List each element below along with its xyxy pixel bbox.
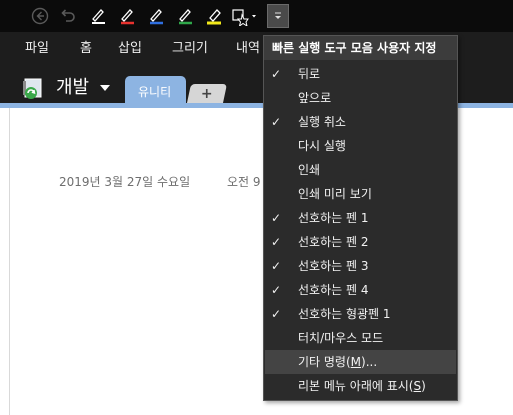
touch-mode-icon [232, 9, 256, 26]
check-icon: ✓ [270, 307, 282, 321]
menu-item-label: 뒤로 [298, 67, 321, 81]
customize-toolbar-menu: 빠른 실행 도구 모음 사용자 지정 ✓ 뒤로 앞으로 ✓ 실행 취소 다시 실… [263, 35, 458, 401]
menu-item-undo[interactable]: ✓ 실행 취소 [265, 110, 456, 134]
pen-blue-icon [150, 9, 163, 25]
menu-item-label: 인쇄 [298, 163, 321, 177]
check-icon: ✓ [270, 283, 282, 297]
menu-item-label: 선호하는 형광펜 1 [298, 307, 391, 321]
back-button[interactable] [28, 5, 52, 27]
menu-item-forward[interactable]: 앞으로 [265, 86, 456, 110]
menu-item-label: 실행 취소 [298, 115, 346, 129]
notebook-name[interactable]: 개발 [56, 73, 89, 99]
quick-access-toolbar [0, 0, 513, 32]
section-tab-unity[interactable]: 유니티 [125, 76, 186, 103]
favorite-pen-4-button[interactable] [173, 5, 197, 27]
menu-header: 빠른 실행 도구 모음 사용자 지정 [264, 36, 457, 60]
tab-home[interactable]: 홈 [80, 32, 92, 65]
tab-history[interactable]: 내역 [236, 32, 260, 65]
menu-item-touch-mouse-mode[interactable]: 터치/마우스 모드 [265, 326, 456, 350]
add-section-button[interactable]: + [186, 84, 228, 103]
menu-item-back[interactable]: ✓ 뒤로 [265, 62, 456, 86]
tab-insert[interactable]: 삽입 [118, 32, 142, 65]
check-icon: ✓ [270, 115, 282, 129]
page-divider [9, 108, 10, 415]
tab-file[interactable]: 파일 [25, 32, 49, 65]
menu-item-label: 앞으로 [298, 91, 332, 105]
customize-dropdown-icon [275, 12, 281, 19]
pen-green-icon [179, 9, 192, 25]
check-icon: ✓ [270, 259, 282, 273]
undo-button[interactable] [56, 5, 80, 27]
pen-white-icon [92, 9, 105, 24]
favorite-highlighter-1-button[interactable] [202, 5, 226, 27]
menu-item-label: 인쇄 미리 보기 [298, 187, 372, 201]
favorite-pen-1-button[interactable] [86, 5, 110, 27]
chevron-down-icon[interactable] [99, 84, 111, 92]
pen-red-icon [121, 9, 134, 25]
menu-item-label: 선호하는 펜 4 [298, 283, 369, 297]
menu-item-label: 선호하는 펜 1 [298, 211, 369, 225]
menu-item-favorite-pen-3[interactable]: ✓ 선호하는 펜 3 [265, 254, 456, 278]
back-circle-icon [31, 7, 49, 25]
menu-item-favorite-highlighter-1[interactable]: ✓ 선호하는 형광펜 1 [265, 302, 456, 326]
menu-item-label: 터치/마우스 모드 [298, 331, 384, 345]
menu-item-label: 리본 메뉴 아래에 표시(S) [298, 379, 426, 393]
menu-item-print[interactable]: 인쇄 [265, 158, 456, 182]
page-time: 오전 9 [227, 175, 261, 189]
customize-toolbar-button[interactable] [267, 4, 289, 28]
menu-item-favorite-pen-4[interactable]: ✓ 선호하는 펜 4 [265, 278, 456, 302]
notebook-icon [23, 78, 42, 99]
menu-item-favorite-pen-1[interactable]: ✓ 선호하는 펜 1 [265, 206, 456, 230]
menu-item-show-below-ribbon[interactable]: 리본 메뉴 아래에 표시(S) [265, 374, 456, 398]
check-icon: ✓ [270, 235, 282, 249]
tab-draw[interactable]: 그리기 [172, 32, 208, 65]
menu-item-label: 기타 명령(M)... [298, 355, 378, 369]
menu-item-print-preview[interactable]: 인쇄 미리 보기 [265, 182, 456, 206]
menu-item-more-commands[interactable]: 기타 명령(M)... [265, 350, 456, 374]
menu-item-favorite-pen-2[interactable]: ✓ 선호하는 펜 2 [265, 230, 456, 254]
menu-item-redo[interactable]: 다시 실행 [265, 134, 456, 158]
check-icon: ✓ [270, 67, 282, 81]
touch-mode-button[interactable] [230, 5, 260, 27]
favorite-pen-2-button[interactable] [115, 5, 139, 27]
highlighter-yellow-icon [207, 9, 221, 25]
menu-item-label: 선호하는 펜 3 [298, 259, 369, 273]
undo-icon [61, 9, 75, 22]
check-icon: ✓ [270, 211, 282, 225]
favorite-pen-3-button[interactable] [144, 5, 168, 27]
plus-icon: + [201, 85, 213, 102]
menu-item-label: 다시 실행 [298, 139, 346, 153]
page-date: 2019년 3월 27일 수요일 [59, 175, 191, 189]
menu-item-label: 선호하는 펜 2 [298, 235, 369, 249]
